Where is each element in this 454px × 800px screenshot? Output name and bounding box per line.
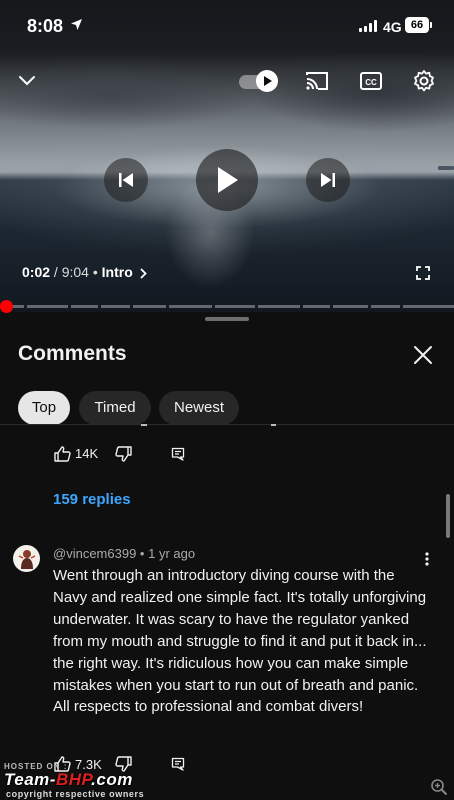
fullscreen-button[interactable] xyxy=(410,262,436,284)
cast-button[interactable] xyxy=(301,66,333,96)
duration: 9:04 xyxy=(61,264,89,280)
time-display[interactable]: 0:02 / 9:04 • Intro xyxy=(22,264,147,280)
progress-bar[interactable] xyxy=(0,305,454,308)
skip-next-icon xyxy=(321,173,335,187)
status-time: 8:08 xyxy=(27,16,64,36)
network-type: 4G xyxy=(383,19,402,35)
gear-icon xyxy=(414,70,434,92)
avatar[interactable] xyxy=(13,545,40,572)
comment-meta: @vincem6399 • 1 yr ago xyxy=(53,546,195,561)
reply-icon xyxy=(171,447,185,461)
dislike-button[interactable] xyxy=(113,444,133,464)
like-button[interactable] xyxy=(52,444,72,464)
location-arrow-icon xyxy=(71,19,82,30)
thumbs-up-icon xyxy=(53,446,71,462)
more-vertical-icon xyxy=(425,552,429,566)
autoplay-knob xyxy=(256,70,278,92)
chip-top[interactable]: Top xyxy=(18,391,70,425)
play-small-icon xyxy=(263,76,272,86)
captions-button[interactable]: CC xyxy=(355,66,387,96)
next-button[interactable] xyxy=(306,158,350,202)
clipped-text-fragment xyxy=(271,424,276,426)
thumbs-down-icon xyxy=(114,446,132,462)
watermark-logo: Team-BHP.com xyxy=(4,770,133,789)
close-icon xyxy=(414,346,432,364)
comments-title: Comments xyxy=(18,342,127,365)
autoplay-toggle[interactable] xyxy=(239,70,279,92)
scrubber-handle[interactable] xyxy=(0,300,13,313)
chevron-down-icon xyxy=(19,76,35,86)
cast-icon xyxy=(306,72,328,90)
avatar-image xyxy=(18,550,36,569)
chapter-bullet: • xyxy=(92,264,98,280)
scrollbar[interactable] xyxy=(446,494,450,538)
video-frame-ship xyxy=(438,166,454,170)
chip-newest[interactable]: Newest xyxy=(159,391,239,425)
divider xyxy=(0,424,454,425)
close-button[interactable] xyxy=(409,341,437,369)
closed-captions-icon: CC xyxy=(360,72,382,90)
comment-age: 1 yr ago xyxy=(148,546,196,561)
time-separator: / xyxy=(53,264,58,280)
meta-bullet: • xyxy=(139,546,145,561)
chapter-title[interactable]: Intro xyxy=(102,264,133,280)
skip-previous-icon xyxy=(119,173,133,187)
view-replies-link[interactable]: 159 replies xyxy=(53,491,131,508)
chip-timed[interactable]: Timed xyxy=(79,391,151,425)
cellular-signal-icon xyxy=(359,20,379,32)
watermark-copyright: copyright respective owners xyxy=(6,789,145,799)
like-count: 14K xyxy=(75,446,99,461)
fullscreen-icon xyxy=(416,266,430,280)
play-button[interactable] xyxy=(196,149,258,211)
previous-button[interactable] xyxy=(104,158,148,202)
comment-author[interactable]: @vincem6399 xyxy=(53,546,136,561)
clipped-text-fragment xyxy=(141,424,147,426)
reply-icon xyxy=(171,757,185,771)
chevron-right-icon xyxy=(140,268,147,279)
zoom-icon[interactable] xyxy=(430,778,448,796)
battery-tip xyxy=(430,22,432,28)
current-time: 0:02 xyxy=(22,264,51,280)
battery-icon: 66 xyxy=(405,17,429,33)
play-icon xyxy=(218,167,238,193)
minimize-button[interactable] xyxy=(12,66,42,96)
reply-button[interactable] xyxy=(168,444,188,464)
settings-button[interactable] xyxy=(408,65,440,97)
svg-text:CC: CC xyxy=(365,78,377,87)
drag-handle[interactable] xyxy=(205,317,249,321)
reply-button[interactable] xyxy=(168,754,188,774)
comment-text: Went through an introductory diving cour… xyxy=(53,567,427,716)
